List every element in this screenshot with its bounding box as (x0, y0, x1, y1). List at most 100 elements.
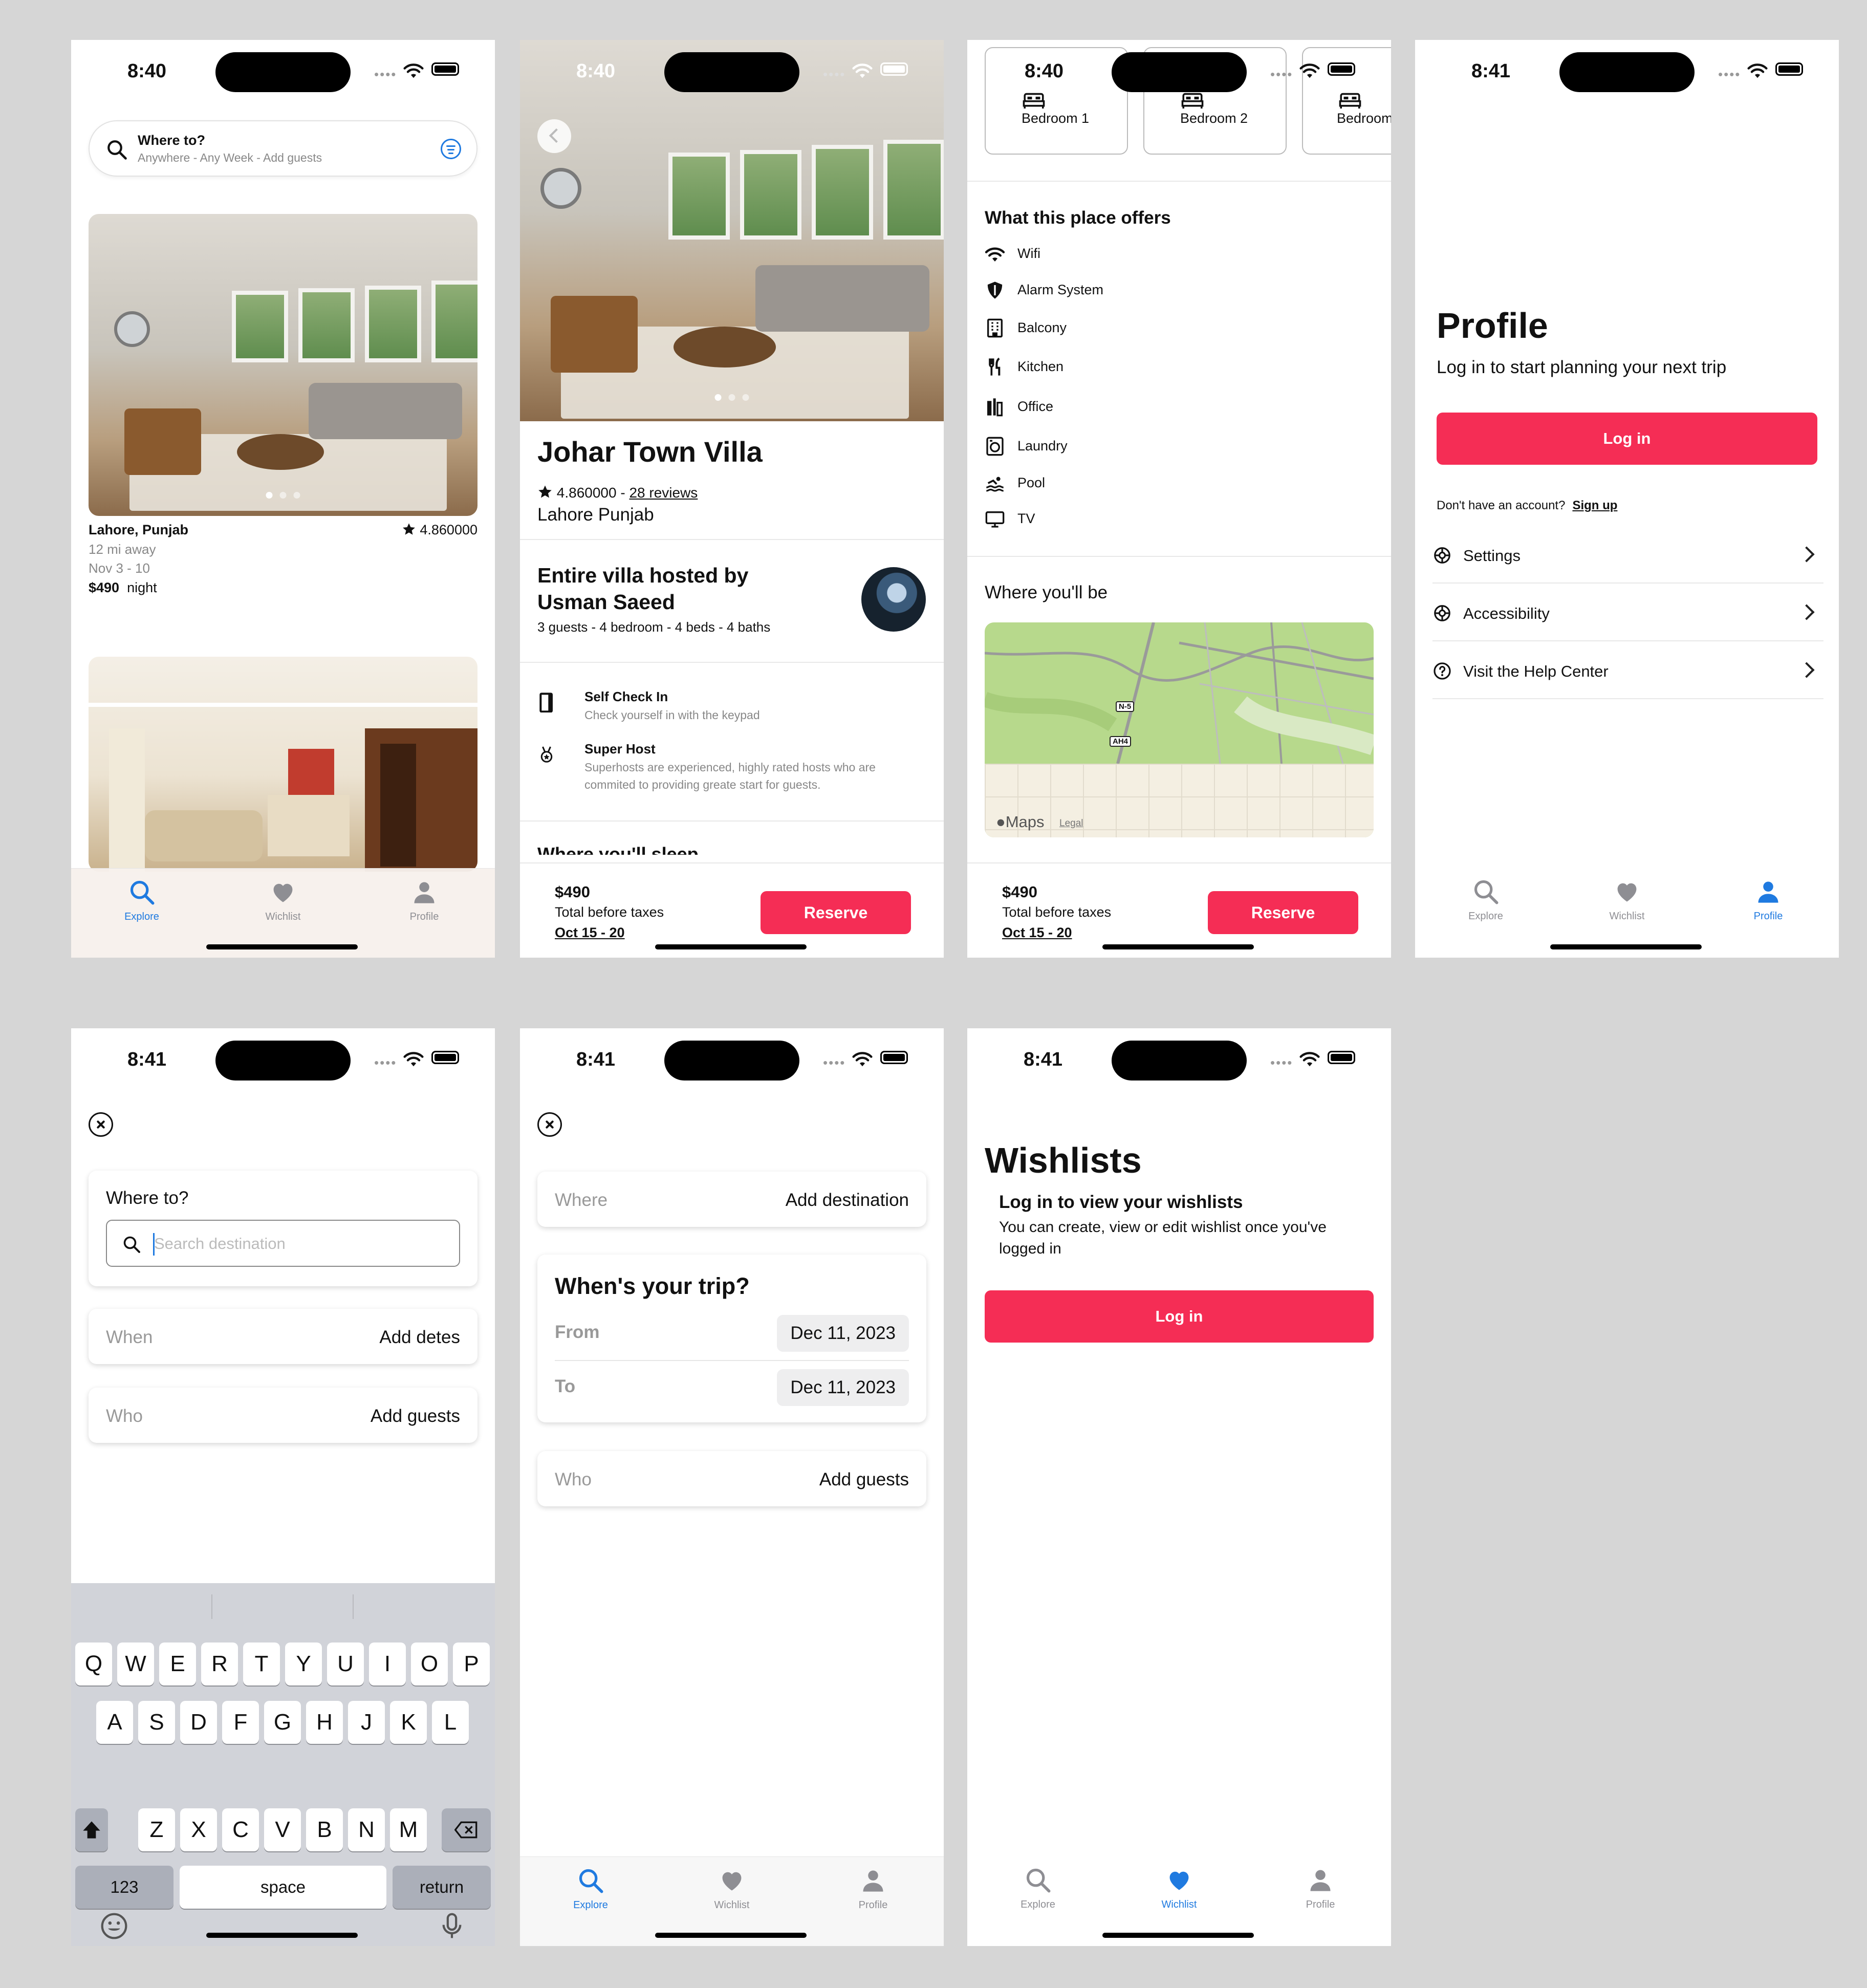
status-bar: 8:40 •••• (520, 40, 944, 101)
key-z[interactable]: Z (138, 1808, 175, 1851)
listing-photo-2[interactable] (89, 657, 477, 872)
key-p[interactable]: P (453, 1643, 490, 1686)
trip-dates-link[interactable]: Oct 15 - 20 (1002, 925, 1072, 941)
key-m[interactable]: M (390, 1808, 427, 1851)
key-b[interactable]: B (306, 1808, 343, 1851)
tab-explore[interactable]: Explore (1450, 878, 1522, 922)
shift-key[interactable] (75, 1808, 108, 1851)
key-d[interactable]: D (180, 1701, 217, 1744)
from-label: From (555, 1322, 600, 1342)
destination-search[interactable] (106, 1220, 460, 1267)
where-card[interactable]: Where Add destination (537, 1172, 926, 1227)
key-t[interactable]: T (243, 1643, 280, 1686)
when-card[interactable]: When Add detes (89, 1309, 477, 1364)
home-indicator (1550, 944, 1702, 949)
space-key[interactable]: space (180, 1866, 386, 1909)
search-input[interactable] (154, 1231, 441, 1257)
location-map[interactable]: N-5 AH4 ●Maps Legal (985, 622, 1374, 837)
reserve-button[interactable]: Reserve (1208, 891, 1358, 934)
who-card[interactable]: Who Add guests (89, 1388, 477, 1443)
tab-profile[interactable]: Profile (1285, 1867, 1356, 1911)
login-button[interactable]: Log in (1437, 413, 1817, 465)
divider (967, 181, 1391, 182)
help-icon (1432, 661, 1452, 681)
filter-icon[interactable] (441, 139, 461, 159)
key-s[interactable]: S (138, 1701, 175, 1744)
status-bar: 8:41 •••• (520, 1028, 944, 1090)
listing-photo[interactable] (89, 214, 477, 516)
signup-link[interactable]: Sign up (1572, 499, 1617, 512)
key-q[interactable]: Q (75, 1643, 112, 1686)
key-h[interactable]: H (306, 1701, 343, 1744)
reserve-bar: $490 Total before taxes Oct 15 - 20 Rese… (967, 862, 1391, 958)
help-center-row[interactable]: Visit the Help Center (1432, 642, 1823, 699)
key-l[interactable]: L (432, 1701, 469, 1744)
legal-link[interactable]: Legal (1059, 818, 1083, 829)
tab-explore[interactable]: Explore (1002, 1867, 1074, 1911)
from-date-picker[interactable]: Dec 11, 2023 (777, 1315, 909, 1352)
key-u[interactable]: U (327, 1643, 364, 1686)
wishlists-screen: 8:41 •••• Wishlists Log in to view your … (967, 1028, 1391, 1946)
tab-profile[interactable]: Profile (388, 879, 460, 923)
amenity-label: TV (1017, 511, 1035, 526)
explore-screen: 8:40 •••• Where to? Anywhere - Any Week … (71, 40, 495, 958)
key-f[interactable]: F (222, 1701, 259, 1744)
return-key[interactable]: return (393, 1866, 491, 1909)
tab-profile[interactable]: Profile (1732, 878, 1804, 922)
key-j[interactable]: J (348, 1701, 385, 1744)
key-k[interactable]: K (390, 1701, 427, 1744)
battery-icon (1328, 1051, 1355, 1064)
key-w[interactable]: W (117, 1643, 154, 1686)
map-roads (985, 622, 1374, 764)
tab-profile[interactable]: Profile (837, 1867, 909, 1911)
chevron-right-icon (1798, 604, 1815, 620)
numbers-key[interactable]: 123 (75, 1866, 173, 1909)
tab-wishlist[interactable]: Wichlist (247, 879, 319, 923)
key-c[interactable]: C (222, 1808, 259, 1851)
person-icon (1755, 878, 1782, 905)
washer-icon (985, 436, 1005, 457)
search-bar[interactable]: Where to? Anywhere - Any Week - Add gues… (89, 120, 477, 177)
heart-icon (719, 1867, 745, 1894)
tab-wishlist[interactable]: Wichlist (1591, 878, 1663, 922)
host-avatar[interactable] (861, 567, 926, 632)
divider (520, 820, 944, 822)
emoji-icon[interactable] (100, 1912, 128, 1940)
key-x[interactable]: X (180, 1808, 217, 1851)
reviews-link[interactable]: 28 reviews (629, 485, 698, 501)
key-o[interactable]: O (411, 1643, 448, 1686)
who-card[interactable]: Who Add guests (537, 1451, 926, 1506)
login-button[interactable]: Log in (985, 1290, 1374, 1343)
settings-row[interactable]: Settings (1432, 526, 1823, 584)
listing-detail-screen: 8:40 •••• Johar Town Villa 4.860000 - 28… (520, 40, 944, 958)
photo-pager[interactable] (714, 394, 749, 401)
tv-icon (985, 509, 1005, 529)
close-button[interactable] (89, 1112, 113, 1137)
key-a[interactable]: A (96, 1701, 133, 1744)
key-y[interactable]: Y (285, 1643, 322, 1686)
reserve-button[interactable]: Reserve (761, 891, 911, 934)
tab-explore[interactable]: Explore (106, 879, 178, 923)
key-n[interactable]: N (348, 1808, 385, 1851)
key-v[interactable]: V (264, 1808, 301, 1851)
backspace-key[interactable] (442, 1808, 491, 1851)
key-r[interactable]: R (201, 1643, 238, 1686)
signal-icon: •••• (374, 1055, 397, 1070)
trip-dates-link[interactable]: Oct 15 - 20 (555, 925, 625, 941)
tab-explore[interactable]: Explore (555, 1867, 626, 1911)
tab-label: Profile (858, 1899, 888, 1911)
close-button[interactable] (537, 1112, 562, 1137)
microphone-icon[interactable] (438, 1912, 466, 1940)
key-i[interactable]: I (369, 1643, 406, 1686)
to-date-picker[interactable]: Dec 11, 2023 (777, 1369, 909, 1406)
tab-wishlist[interactable]: Wichlist (1143, 1867, 1215, 1911)
bedroom-label: Bedroom 1 (1022, 111, 1090, 126)
accessibility-row[interactable]: Accessibility (1432, 584, 1823, 641)
key-g[interactable]: G (264, 1701, 301, 1744)
back-button[interactable] (537, 119, 571, 153)
key-e[interactable]: E (159, 1643, 196, 1686)
photo-pager[interactable] (266, 492, 300, 499)
tab-wishlist[interactable]: Wichlist (696, 1867, 768, 1911)
star-icon (402, 522, 416, 536)
tab-label: Profile (409, 911, 439, 922)
